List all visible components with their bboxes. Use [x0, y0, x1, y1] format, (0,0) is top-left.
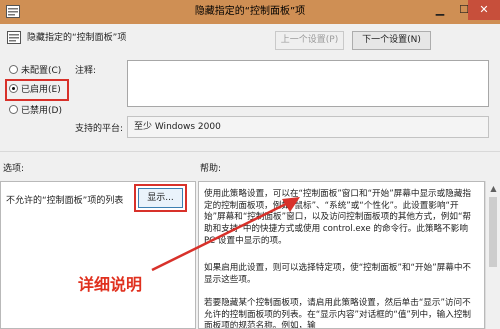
options-label: 选项:: [3, 164, 25, 174]
help-paragraph: 如果启用此设置，则可以选择特定项，使“控制面板”和“开始”屏幕中不显示这些项。: [204, 263, 472, 285]
divider: [0, 151, 500, 152]
comment-label: 注释:: [75, 66, 97, 76]
help-paragraph: 使用此策略设置，可以在“控制面板”窗口和“开始”屏幕中显示或隐藏指定的控制面板项…: [204, 189, 472, 246]
close-button[interactable]: ✕: [468, 0, 500, 20]
comment-textarea[interactable]: [127, 60, 489, 107]
close-icon: ✕: [479, 3, 489, 16]
help-label: 帮助:: [200, 164, 222, 174]
help-paragraph: 若要隐藏某个控制面板项，请启用此策略设置，然后单击“显示”访问不允许的控制面板项…: [204, 298, 472, 329]
radio-not-configured[interactable]: 未配置(C): [9, 64, 61, 78]
policy-icon: [7, 31, 21, 44]
radio-circle: [9, 105, 18, 114]
previous-setting-button[interactable]: 上一个设置(P): [275, 31, 344, 50]
disallowed-list-label: 不允许的“控制面板”项的列表: [6, 196, 124, 206]
enabled-highlight-box: [5, 79, 69, 101]
radio-label: 未配置(C): [21, 66, 62, 76]
radio-label: 已禁用(D): [21, 106, 62, 116]
next-setting-button[interactable]: 下一个设置(N): [352, 31, 431, 50]
annotation-label: 详细说明: [78, 275, 143, 294]
show-highlight-box: [134, 184, 187, 212]
help-scrollbar[interactable]: ▲: [485, 181, 500, 329]
supported-platform-value: 至少 Windows 2000: [127, 116, 489, 138]
help-panel: 使用此策略设置，可以在“控制面板”窗口和“开始”屏幕中显示或隐藏指定的控制面板项…: [198, 181, 485, 329]
window-title: 隐藏指定的“控制面板”项: [194, 6, 306, 17]
supported-label: 支持的平台:: [75, 124, 124, 134]
radio-disabled[interactable]: 已禁用(D): [9, 104, 62, 118]
minimize-button[interactable]: ▁: [428, 0, 452, 20]
policy-title: 隐藏指定的“控制面板”项: [27, 33, 127, 43]
scroll-up-icon[interactable]: ▲: [486, 184, 500, 193]
scroll-thumb[interactable]: [489, 197, 497, 267]
radio-circle: [9, 65, 18, 74]
